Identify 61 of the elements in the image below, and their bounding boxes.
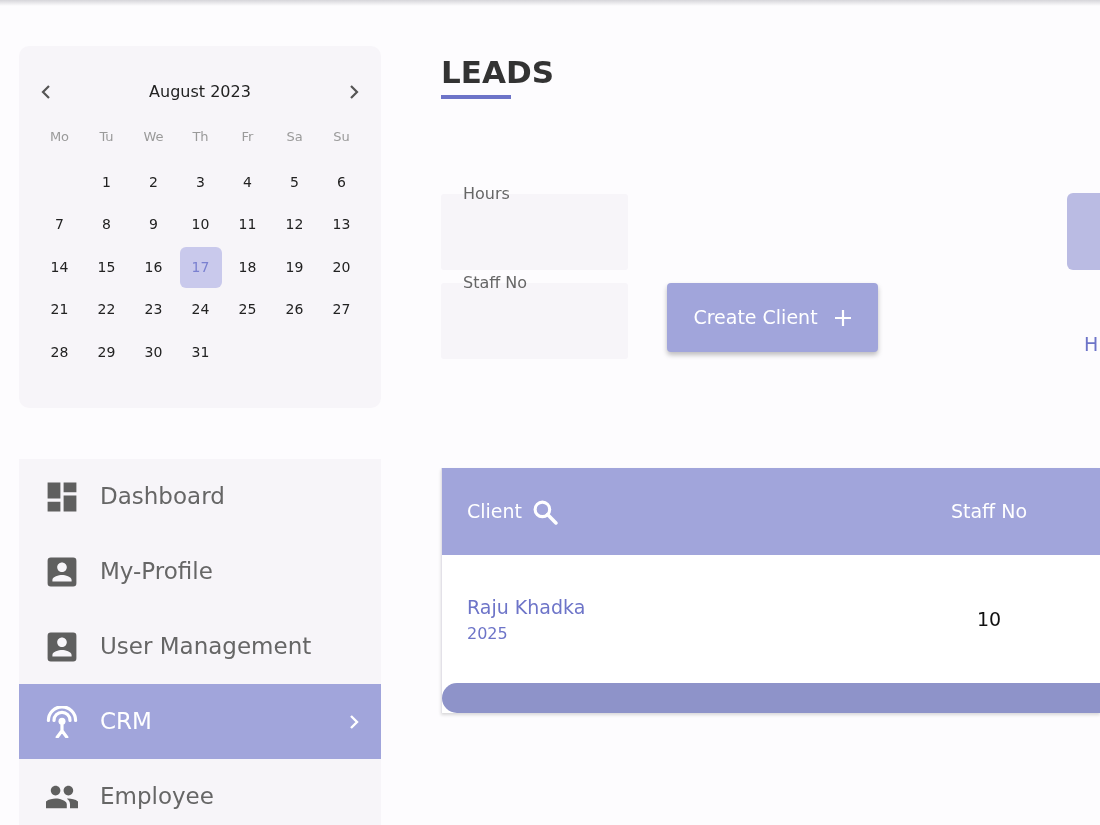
calendar-day[interactable]: 9 (132, 204, 175, 246)
weekday-label: Sa (285, 128, 304, 147)
calendar-day[interactable]: 27 (320, 289, 363, 331)
calendar-day[interactable]: 4 (226, 161, 269, 203)
calendar-day[interactable]: 3 (179, 161, 222, 203)
page-title: LEADS (441, 54, 554, 90)
calendar-day[interactable]: 25 (226, 289, 269, 331)
table-cell-text: 10 (976, 606, 1002, 632)
calendar-day[interactable]: 29 (85, 331, 128, 373)
plus-icon (833, 308, 852, 327)
calendar-day[interactable]: 31 (179, 331, 222, 373)
chevron-right-icon[interactable] (347, 84, 361, 100)
calendar-day[interactable]: 26 (273, 289, 316, 331)
calendar-day[interactable]: 11 (226, 204, 269, 246)
weekday-label: Tu (98, 128, 115, 147)
sidebar-item[interactable]: User Management (19, 609, 381, 684)
chevron-left-icon[interactable] (39, 84, 53, 100)
calendar-day[interactable]: 22 (85, 289, 128, 331)
link-text[interactable]: H (1084, 332, 1100, 356)
calendar-day[interactable]: 12 (273, 204, 316, 246)
calendar-day[interactable]: 21 (38, 289, 81, 331)
calendar-day[interactable]: 1 (85, 161, 128, 203)
action-button[interactable] (1067, 193, 1100, 270)
weekday-label: We (142, 128, 165, 147)
calendar-day[interactable]: 28 (38, 331, 81, 373)
sidebar-item[interactable]: My-Profile (19, 534, 381, 609)
calendar-day[interactable]: 30 (132, 331, 175, 373)
calendar-day[interactable]: 23 (132, 289, 175, 331)
field-label: Staff No (463, 272, 528, 294)
field-label: Hours (463, 183, 510, 205)
calendar-day[interactable]: 7 (38, 204, 81, 246)
calendar-day[interactable]: 6 (320, 161, 363, 203)
calendar-day[interactable]: 5 (273, 161, 316, 203)
calendar-day[interactable]: 13 (320, 204, 363, 246)
person-card-icon (46, 555, 78, 588)
calendar-day[interactable]: 8 (85, 204, 128, 246)
calendar-day[interactable]: 20 (320, 246, 363, 288)
calendar-day[interactable]: 18 (226, 246, 269, 288)
search-icon (532, 498, 558, 525)
person-card-icon (46, 630, 78, 663)
calendar-day[interactable]: 2 (132, 161, 175, 203)
sidebar-item[interactable]: Dashboard (19, 459, 381, 534)
calendar-day[interactable]: 19 (273, 246, 316, 288)
client-name[interactable]: Raju Khadka (467, 593, 586, 620)
column-header: Staff No (949, 499, 1029, 525)
calendar-day[interactable]: 24 (179, 289, 222, 331)
chevron-right-icon (347, 713, 361, 730)
sidebar-item[interactable]: Employee (19, 759, 381, 825)
weekday-label: Th (191, 128, 210, 147)
weekday-label: Fr (240, 128, 255, 147)
calendar-day[interactable]: 15 (85, 246, 128, 288)
scrollbar-thumb[interactable] (442, 683, 1100, 713)
calendar-day[interactable]: 16 (132, 246, 175, 288)
month-label: August 2023 (149, 81, 251, 103)
client-year: 2025 (467, 622, 508, 645)
weekday-label: Su (332, 128, 351, 147)
grid-tiles-icon (46, 480, 78, 513)
calendar-day[interactable]: 10 (179, 204, 222, 246)
antenna-icon (46, 705, 78, 738)
weekday-label: Mo (48, 128, 71, 147)
calendar-day[interactable]: 14 (38, 246, 81, 288)
